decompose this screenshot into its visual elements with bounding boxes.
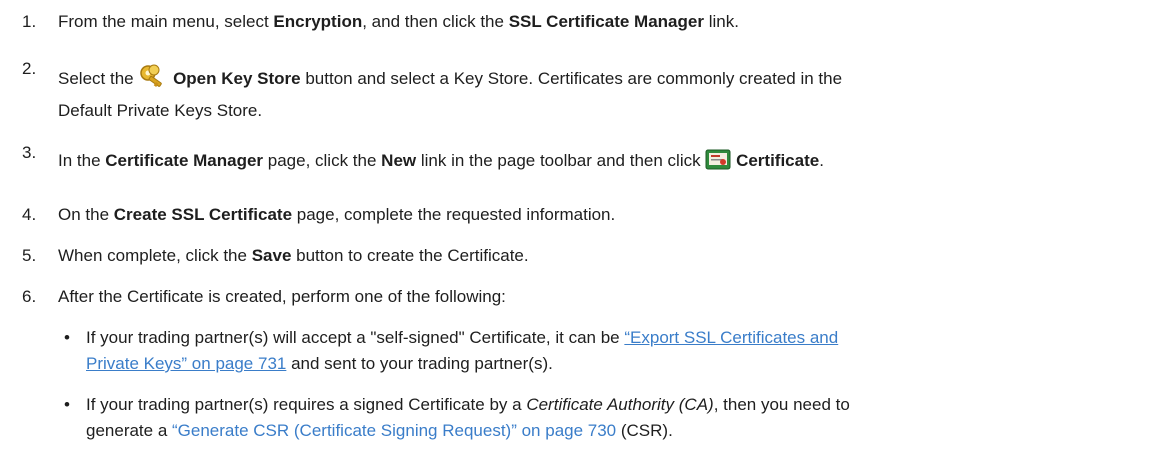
step-text: Select the Open Key Store button and sel… — [58, 64, 1143, 124]
certificate-manager-label: Certificate Manager — [105, 151, 264, 170]
generate-csr-link[interactable]: “Generate CSR (Certificate Signing Reque… — [172, 421, 616, 440]
step-number: 5. — [22, 246, 37, 265]
step-text: On the Create SSL Certificate page, comp… — [58, 205, 616, 224]
step-text: From the main menu, select Encryption, a… — [58, 12, 739, 31]
step-number: 2. — [22, 59, 37, 78]
step-text: After the Certificate is created, perfor… — [58, 287, 506, 306]
create-ssl-certificate-label: Create SSL Certificate — [113, 205, 293, 224]
certificate-authority-term: Certificate Authority (CA) — [526, 395, 714, 414]
step-number: 6. — [22, 287, 37, 306]
step-text: In the Certificate Manager page, click t… — [58, 148, 1143, 180]
step-number: 4. — [22, 205, 37, 224]
bullet-text: If your trading partner(s) requires a si… — [86, 395, 850, 440]
step-text: When complete, click the Save button to … — [58, 246, 529, 265]
bullet-dot: • — [64, 328, 70, 347]
save-label: Save — [251, 246, 292, 265]
step-number: 3. — [22, 143, 37, 162]
certificate-label: Certificate — [736, 151, 820, 170]
bullet-dot: • — [64, 395, 70, 414]
open-key-store-label: Open Key Store — [173, 69, 301, 88]
new-link-label: New — [381, 151, 417, 170]
menu-encryption: Encryption — [273, 12, 363, 31]
step-number: 1. — [22, 12, 37, 31]
bullet-text: If your trading partner(s) will accept a… — [86, 328, 839, 373]
certificate-icon — [705, 148, 731, 180]
key-store-icon — [138, 64, 168, 98]
ssl-certificate-manager-label: SSL Certificate Manager — [508, 12, 704, 31]
